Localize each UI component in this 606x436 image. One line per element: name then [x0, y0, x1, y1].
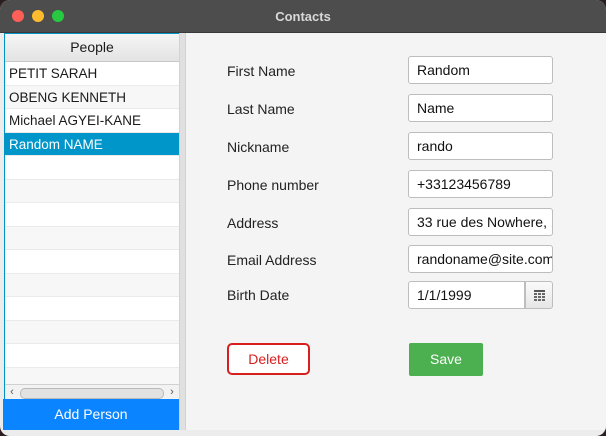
contacts-window: Contacts People PETIT SARAH OBENG KENNETH…	[0, 0, 606, 436]
nickname-field[interactable]: rando	[408, 132, 553, 160]
phone-number-label: Phone number	[227, 177, 319, 193]
birth-date-label: Birth Date	[227, 287, 290, 303]
title-bar: Contacts	[0, 0, 606, 33]
list-item[interactable]	[5, 297, 179, 321]
scrollbar-thumb[interactable]	[20, 388, 164, 399]
email-address-field[interactable]: randoname@site.com	[408, 245, 553, 273]
calendar-icon	[534, 290, 545, 301]
list-item[interactable]: PETIT SARAH	[5, 62, 179, 86]
list-item[interactable]	[5, 320, 179, 344]
add-person-button[interactable]: Add Person	[3, 399, 179, 430]
save-button[interactable]: Save	[409, 343, 483, 376]
people-list-header: People	[5, 34, 179, 62]
list-item[interactable]	[5, 203, 179, 227]
people-pane: People PETIT SARAH OBENG KENNETH Michael A…	[3, 33, 180, 430]
last-name-field[interactable]: Name	[408, 94, 553, 122]
address-field[interactable]: 33 rue des Nowhere, 1	[408, 208, 553, 236]
list-item[interactable]	[5, 226, 179, 250]
list-item[interactable]: Michael AGYEI-KANE	[5, 109, 179, 133]
split-pane-divider[interactable]	[179, 33, 186, 430]
phone-number-field[interactable]: +33123456789	[408, 170, 553, 198]
list-item[interactable]: Random NAME	[5, 132, 179, 156]
nickname-label: Nickname	[227, 139, 290, 155]
email-address-label: Email Address	[227, 252, 317, 268]
list-item[interactable]	[5, 179, 179, 203]
window-title: Contacts	[275, 9, 331, 24]
list-item[interactable]: OBENG KENNETH	[5, 85, 179, 109]
address-label: Address	[227, 215, 279, 231]
first-name-field[interactable]: Random	[408, 56, 553, 84]
delete-button[interactable]: Delete	[227, 343, 310, 375]
first-name-label: First Name	[227, 63, 296, 79]
details-pane: First Name Random Last Name Name Nicknam…	[186, 33, 606, 430]
people-list-rows: PETIT SARAH OBENG KENNETH Michael AGYEI-KA…	[5, 62, 179, 391]
list-item[interactable]	[5, 156, 179, 180]
people-list[interactable]: People PETIT SARAH OBENG KENNETH Michael A…	[4, 33, 180, 402]
birth-date-field[interactable]: 1/1/1999	[408, 281, 525, 309]
list-item[interactable]	[5, 273, 179, 297]
last-name-label: Last Name	[227, 101, 295, 117]
date-picker-button[interactable]	[525, 281, 553, 309]
list-item[interactable]	[5, 344, 179, 368]
list-item[interactable]	[5, 250, 179, 274]
